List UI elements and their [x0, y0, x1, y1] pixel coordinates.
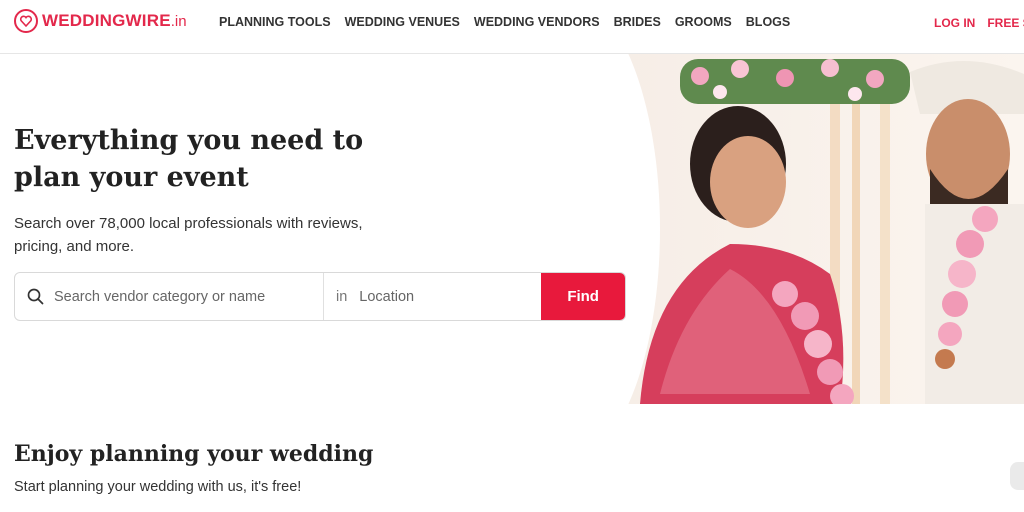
section-subtitle: Start planning your wedding with us, it'… — [14, 479, 302, 495]
find-button[interactable]: Find — [541, 273, 625, 320]
brand-logo[interactable]: WEDDINGWIRE .in — [14, 9, 187, 33]
hero-curve-divider — [470, 54, 660, 404]
search-icon — [27, 288, 44, 305]
location-input[interactable] — [359, 288, 530, 305]
heart-ring-icon — [14, 9, 38, 33]
hero-subtitle: Search over 78,000 local professionals w… — [14, 215, 363, 255]
site-header: WEDDINGWIRE .in PLANNING TOOLS WEDDING V… — [0, 0, 1024, 54]
nav-brides[interactable]: BRIDES — [614, 15, 661, 29]
brand-tld: .in — [170, 12, 187, 30]
section-title: Enjoy planning your wedding — [14, 441, 374, 467]
main-nav: PLANNING TOOLS WEDDING VENUES WEDDING VE… — [219, 15, 790, 29]
location-prefix: in — [335, 288, 348, 305]
category-search-field[interactable] — [15, 273, 324, 320]
brand-name: WEDDINGWIRE — [42, 11, 171, 30]
vendor-search-form: in Find — [14, 272, 626, 321]
location-field[interactable]: in — [324, 273, 541, 320]
login-link[interactable]: LOG IN — [934, 16, 975, 30]
nav-wedding-vendors[interactable]: WEDDING VENDORS — [474, 15, 600, 29]
account-links: LOG IN FREE S — [934, 16, 1024, 30]
hero-section: Everything you need to plan your event S… — [0, 54, 1024, 404]
nav-wedding-venues[interactable]: WEDDING VENUES — [345, 15, 460, 29]
nav-blogs[interactable]: BLOGS — [746, 15, 790, 29]
hero-title: Everything you need to plan your event — [14, 125, 364, 193]
nav-planning-tools[interactable]: PLANNING TOOLS — [219, 15, 331, 29]
carousel-handle[interactable] — [1010, 462, 1024, 490]
free-signup-link[interactable]: FREE S — [987, 16, 1024, 30]
nav-grooms[interactable]: GROOMS — [675, 15, 732, 29]
category-search-input[interactable] — [54, 288, 314, 305]
planning-section: Enjoy planning your wedding Start planni… — [0, 404, 1024, 512]
